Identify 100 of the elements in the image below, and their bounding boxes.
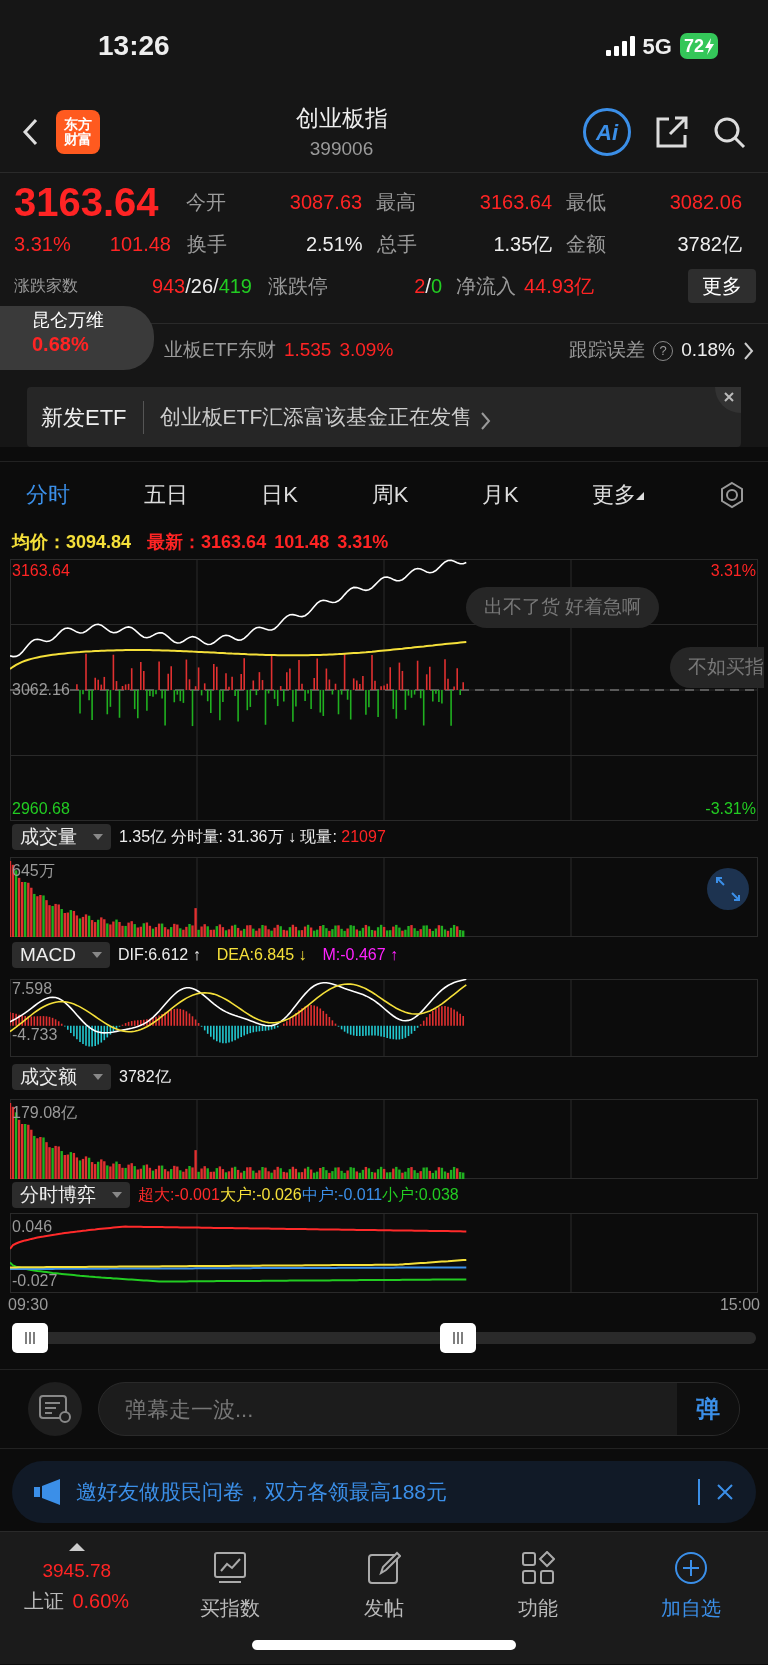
search-icon <box>713 115 746 149</box>
stat-value: 3163.64 <box>478 190 553 215</box>
page-title: 创业板指 <box>294 103 389 133</box>
popup-change: 0.68% <box>32 331 90 357</box>
ai-button[interactable]: Ai <box>583 108 631 156</box>
add-icon <box>674 1551 709 1585</box>
danmaku-input[interactable]: 弹幕走一波... 弹 <box>98 1382 740 1436</box>
stat-value: 3782亿 <box>676 232 742 257</box>
indicator-dropdown[interactable]: MACD <box>12 941 110 969</box>
share-button[interactable] <box>655 115 689 149</box>
etf-change: 3.09% <box>339 338 395 363</box>
stat-value: 26 <box>190 274 214 299</box>
flow-value: 大户:-0.026 <box>219 1185 302 1205</box>
etf-banner[interactable]: 新发ETF 创业板ETF汇添富该基金正在发售 <box>27 387 741 447</box>
stat-value: 419 <box>218 274 252 299</box>
send-danmaku-button[interactable]: 弹 <box>677 1383 739 1435</box>
stat-label: 涨跌家数 <box>14 276 79 296</box>
close-icon[interactable] <box>716 1483 734 1501</box>
amount-value: 3782亿 <box>119 1067 171 1087</box>
up-arrow-icon <box>68 1543 85 1551</box>
axis-label: 3.31% <box>710 563 756 579</box>
stat-value: 1.35亿 <box>492 232 553 257</box>
axis-label: 7.598 <box>12 981 53 997</box>
slider-handle[interactable] <box>440 1323 477 1353</box>
notice-text: 邀好友做股民问卷，双方各领最高188元 <box>76 1479 449 1506</box>
indicator-dropdown[interactable]: 分时博弈 <box>12 1181 130 1209</box>
stock-code: 399006 <box>308 136 375 161</box>
last-price: 3163.64 <box>14 182 160 222</box>
latest-price: 最新：3163.64 <box>147 530 267 554</box>
banner-text: 创业板ETF汇添富该基金正在发售 <box>158 404 473 431</box>
search-button[interactable] <box>713 115 746 149</box>
stat-label: 换手 <box>187 232 228 257</box>
avg-price: 均价：3094.84 <box>12 530 132 554</box>
caret-icon <box>93 834 103 840</box>
megaphone-icon <box>34 1478 60 1506</box>
nav-item[interactable]: 功能 <box>460 1550 615 1624</box>
edit-icon <box>367 1551 401 1585</box>
macd-m: M:-0.467 ↑ <box>322 945 399 965</box>
index-ticker[interactable]: 3945.78 上证 0.60% <box>0 1542 154 1617</box>
more-button[interactable]: 更多 <box>688 269 756 303</box>
axis-label: -3.31% <box>705 801 756 817</box>
volume-info: 1.35亿 分时量: 31.36万 ↓ 现量: 21097 <box>119 827 386 847</box>
chart-tab[interactable]: 月K <box>482 478 519 511</box>
macd-dif: DIF:6.612 ↑ <box>117 945 201 965</box>
stat-value: / <box>213 274 219 299</box>
popup-name: 昆仑万维 <box>32 309 105 332</box>
indicator-dropdown[interactable]: 成交量 <box>12 823 111 851</box>
back-icon <box>22 118 40 146</box>
stat-value: 3087.63 <box>288 190 363 215</box>
app-logo: 东方 财富 <box>56 110 100 154</box>
stat-value: 943 <box>151 274 186 299</box>
axis-label: 2960.68 <box>12 801 70 817</box>
signal-icon <box>605 36 635 56</box>
stat-value: 0 <box>430 274 442 299</box>
grip-icon <box>25 1332 35 1344</box>
time-label: 15:00 <box>719 1295 760 1315</box>
close-icon[interactable] <box>715 387 741 413</box>
caret-icon <box>93 1074 103 1080</box>
status-time: 13:26 <box>98 29 170 63</box>
change-percent: 3.31% <box>14 232 71 257</box>
chart-tab[interactable]: 更多 <box>592 478 645 511</box>
axis-label: 3163.64 <box>12 563 70 579</box>
battery-indicator: 72 <box>679 33 718 59</box>
axis-label: -0.027 <box>12 1273 58 1289</box>
stat-value: 2.51% <box>304 232 363 257</box>
indicator-dropdown[interactable]: 成交额 <box>12 1063 111 1091</box>
range-slider[interactable] <box>12 1323 756 1353</box>
macd-dea: DEA:6.845 ↓ <box>216 945 307 965</box>
tracking-label: 跟踪误差 <box>569 338 646 363</box>
notice-banner[interactable]: 邀好友做股民问卷，双方各领最高188元 <box>12 1461 756 1523</box>
chart-tab[interactable]: 分时 <box>26 478 70 511</box>
stat-label: 最高 <box>376 190 418 215</box>
apps-icon <box>520 1551 555 1585</box>
nav-item[interactable]: 发帖 <box>307 1550 461 1624</box>
danmaku-bubble: 出不了货 好着急啊 <box>466 587 660 628</box>
danmaku-bubble: 不如买指 <box>670 647 764 688</box>
latest-change: 101.48 <box>274 530 330 554</box>
slider-handle[interactable] <box>12 1323 48 1353</box>
axis-label: -4.733 <box>12 1027 58 1043</box>
change-amount: 101.48 <box>109 232 171 257</box>
banner-tag: 新发ETF <box>41 400 144 434</box>
expand-icon[interactable] <box>706 867 750 911</box>
share-icon <box>655 115 689 149</box>
nav-item[interactable]: 买指数 <box>153 1550 308 1624</box>
stat-label: 总手 <box>376 232 418 257</box>
stat-label: 最低 <box>566 190 608 215</box>
back-button[interactable] <box>22 118 40 146</box>
stat-label: 金额 <box>566 232 608 257</box>
latest-percent: 3.31% <box>337 530 389 554</box>
stock-popup[interactable]: 昆仑万维 0.68% <box>0 306 154 370</box>
grip-icon <box>453 1332 464 1344</box>
chevron-right-icon[interactable] <box>743 340 754 361</box>
nav-item[interactable]: 加自选 <box>614 1550 768 1624</box>
chart-tab[interactable]: 周K <box>371 478 409 511</box>
caret-icon <box>112 1192 122 1198</box>
chart-tab[interactable]: 日K <box>261 478 298 511</box>
chart-tab[interactable]: 五日 <box>143 478 188 511</box>
bolt-icon <box>704 37 714 55</box>
etf-name: 业板ETF东财 <box>164 338 276 363</box>
stat-label: 净流入 <box>456 274 516 299</box>
